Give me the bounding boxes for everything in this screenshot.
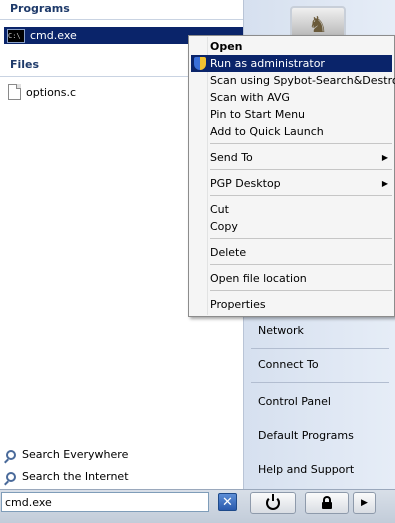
menu-item-pin-start[interactable]: Pin to Start Menu: [191, 106, 391, 123]
menu-item-label: Run as administrator: [210, 57, 325, 70]
search-icon: [6, 449, 16, 460]
search-internet-link[interactable]: Search the Internet: [6, 470, 129, 483]
files-header: Files: [10, 58, 40, 71]
menu-item-copy[interactable]: Copy: [191, 218, 391, 235]
search-everywhere-link[interactable]: Search Everywhere: [6, 448, 128, 461]
lock-button[interactable]: [305, 492, 349, 514]
programs-header: Programs: [10, 2, 70, 15]
arrow-right-icon: ▶: [361, 498, 368, 508]
menu-item-label: PGP Desktop: [210, 177, 281, 190]
menu-item-open[interactable]: Open: [191, 38, 391, 55]
menu-item-run-as-admin[interactable]: Run as administrator: [191, 55, 392, 72]
menu-separator: [210, 290, 392, 291]
search-input[interactable]: [1, 492, 209, 512]
programs-divider: [0, 19, 243, 20]
menu-separator: [210, 195, 392, 196]
menu-item-pgp-desktop[interactable]: PGP Desktop ▶: [191, 175, 391, 192]
context-menu: Open Run as administrator Scan using Spy…: [188, 35, 395, 317]
power-button[interactable]: [250, 492, 296, 514]
file-item-options-c[interactable]: options.c: [8, 84, 76, 100]
search-everywhere-label: Search Everywhere: [22, 448, 129, 461]
right-item-network[interactable]: Network: [258, 324, 304, 337]
menu-item-add-quick-launch[interactable]: Add to Quick Launch: [191, 123, 391, 140]
close-icon: ✕: [222, 494, 233, 510]
program-item-label: cmd.exe: [30, 29, 77, 42]
menu-item-cut[interactable]: Cut: [191, 201, 391, 218]
menu-item-scan-avg[interactable]: Scan with AVG: [191, 89, 391, 106]
power-icon: [266, 494, 280, 510]
right-divider: [251, 382, 389, 383]
menu-separator: [210, 264, 392, 265]
menu-item-properties[interactable]: Properties: [191, 296, 391, 313]
menu-separator: [210, 238, 392, 239]
search-internet-label: Search the Internet: [22, 470, 129, 483]
document-icon: [8, 84, 21, 100]
menu-item-label: Send To: [210, 151, 253, 164]
right-item-control-panel[interactable]: Control Panel: [258, 395, 331, 408]
submenu-arrow-icon: ▶: [381, 179, 388, 188]
submenu-arrow-icon: ▶: [381, 153, 388, 162]
right-divider: [251, 348, 389, 349]
shield-icon: [194, 57, 206, 70]
right-item-connect-to[interactable]: Connect To: [258, 358, 319, 371]
shutdown-options-button[interactable]: ▶: [353, 492, 376, 514]
clear-search-button[interactable]: ✕: [218, 493, 237, 511]
search-icon: [6, 471, 16, 482]
menu-separator: [210, 143, 392, 144]
right-item-default-programs[interactable]: Default Programs: [258, 429, 354, 442]
console-icon: C:\: [7, 28, 25, 43]
menu-item-scan-spybot[interactable]: Scan using Spybot-Search&Destroy: [191, 72, 395, 89]
menu-item-open-file-location[interactable]: Open file location: [191, 270, 391, 287]
menu-item-send-to[interactable]: Send To ▶: [191, 149, 391, 166]
menu-item-delete[interactable]: Delete: [191, 244, 391, 261]
menu-separator: [210, 169, 392, 170]
right-item-help-support[interactable]: Help and Support: [258, 463, 354, 476]
lock-icon: [322, 496, 332, 509]
file-item-label: options.c: [26, 85, 77, 99]
